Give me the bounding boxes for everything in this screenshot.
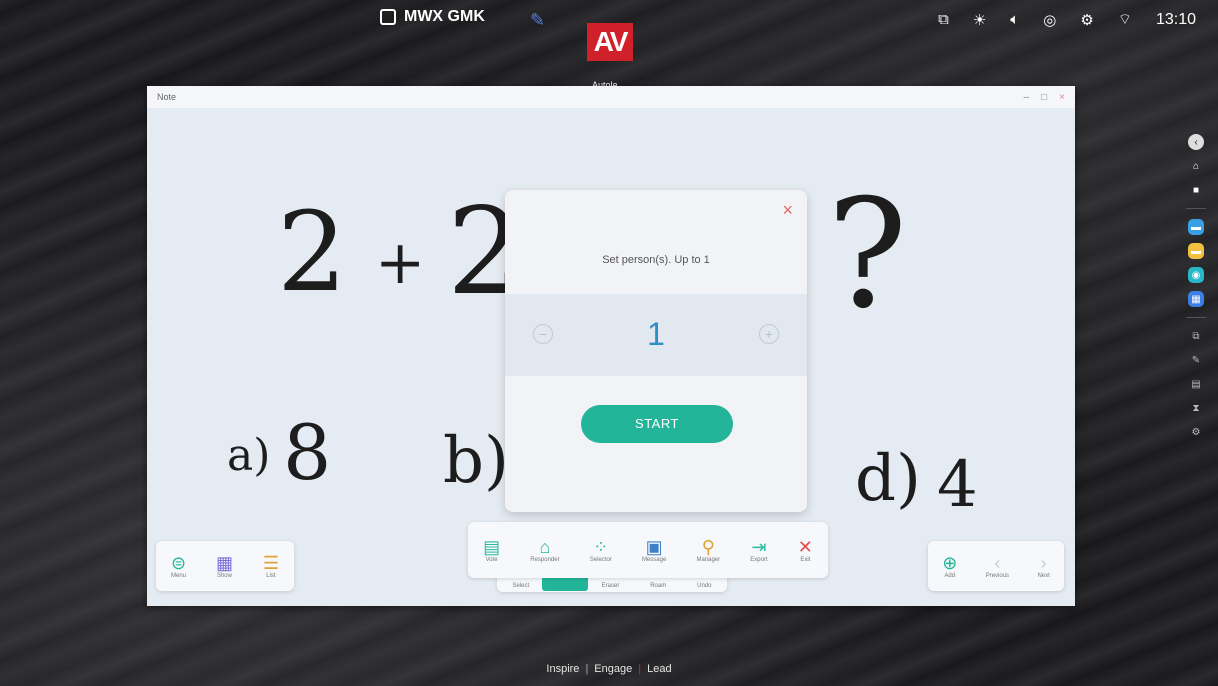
exit-icon: ✕ [797,537,813,557]
clock: 13:10 [1155,10,1196,28]
previous-icon: ‹ [994,553,1001,573]
start-button[interactable]: START [581,405,733,443]
drawing-tool-roam[interactable]: Roam [650,583,666,589]
notes-app-icon[interactable]: ▬ [1188,243,1204,259]
dialog-prompt: Set person(s). Up to 1 [602,254,710,266]
manager-icon: ⚲ [701,537,715,557]
person-count-stepper: − 1 + [505,294,807,376]
device-name-label: MWX GMK [404,8,485,25]
menu-icon: ⊜ [170,553,187,573]
dialog-close-button[interactable]: × [782,200,793,221]
logo: AV [587,23,633,61]
list-button[interactable]: ☰ List [263,541,279,591]
tool-label: Message [641,557,667,563]
handwriting-b: b) [443,424,509,498]
tool-label: Vote [485,557,498,563]
list-icon: ☰ [262,553,280,573]
drawing-tool-undo[interactable]: Undo [697,583,711,589]
previous-button[interactable]: ‹ Previous [986,541,1009,591]
tool-label: List [266,573,276,579]
sidebar-divider [1186,317,1206,318]
add-button[interactable]: ⊕ Add [942,541,957,591]
footer-engage: Engage [594,663,633,675]
tool-label: Exit [800,557,811,563]
volume-icon[interactable]: 🔈︎ [1010,11,1019,28]
sidebar-divider [1186,208,1206,209]
tool-label: Export [750,557,768,563]
back-icon[interactable]: ‹ [1188,134,1204,150]
home-icon[interactable]: ⌂ [1188,158,1204,174]
selector-icon: ⁘ [593,537,609,557]
window-title-bar[interactable]: Note – □ × [147,86,1075,108]
floating-sidebar: ‹ ⌂ ■ ▬ ▬ ◉ ▦ ⧉ ✎ ▤ ⧗ ⚙ [1181,130,1211,444]
handwriting-4: 4 [937,448,978,522]
wifi-icon[interactable]: ⌔ [1118,10,1132,29]
browser-app-icon[interactable]: ◉ [1188,267,1204,283]
handwriting-a: a) [227,430,271,481]
show-button[interactable]: ▦ Show [216,541,233,591]
chat-app-icon[interactable]: ▬ [1188,219,1204,235]
tool-label: Selector [589,557,612,563]
drawing-tool-eraser[interactable]: Eraser [602,583,620,589]
maximize-button[interactable]: □ [1041,92,1047,103]
network-icon[interactable]: ⚙ [1080,11,1093,29]
tool-label: Next [1037,573,1050,579]
add-icon: ⊕ [942,553,958,573]
vote-icon: ▤ [483,537,501,557]
exit-button[interactable]: ✕ Exit [798,522,813,578]
selector-button[interactable]: ⁘ Selector [590,522,612,578]
increment-button[interactable]: + [759,324,779,344]
left-toolbar: ⊜ Menu ▦ Show ☰ List [156,541,294,591]
tool-label: Show [216,573,232,579]
message-icon: ▣ [645,537,663,557]
screenshot-icon[interactable]: ⧉ [1188,328,1204,344]
selector-dialog: × Set person(s). Up to 1 − 1 + START [505,190,807,512]
handwriting-plus: + [375,228,426,298]
annotate-icon[interactable]: ✎ [1188,352,1204,368]
close-window-button[interactable]: × [1059,92,1065,103]
tool-label: Manager [696,557,721,563]
grid-icon: ▦ [215,553,233,573]
window-title: Note [157,92,177,102]
vote-button[interactable]: ▤ Vote [483,522,500,578]
timer-icon[interactable]: ⧗ [1188,400,1204,416]
page-toolbar: ⊕ Add ‹ Previous › Next [928,541,1064,591]
handwriting-8: 8 [283,408,332,497]
tool-label: Previous [985,573,1010,579]
footer-inspire: Inspire [546,663,580,675]
eye-protection-icon[interactable]: ◎ [1043,11,1056,29]
next-button[interactable]: › Next [1037,541,1049,591]
minimize-button[interactable]: – [1024,92,1030,103]
handwriting-2: 2 [277,188,347,316]
tool-label: Add [944,573,956,579]
calendar-app-icon[interactable]: ▦ [1188,291,1204,307]
menu-button[interactable]: ⊜ Menu [171,541,186,591]
status-bar: ⧉ ☀ 🔈︎ ◎ ⚙ ⌔ 13:10 [938,10,1196,29]
tool-label: Responder [530,557,560,563]
tool-label: Menu [170,573,186,579]
device-name: MWX GMK [380,8,485,26]
recent-apps-icon[interactable]: ■ [1188,182,1204,198]
brightness-icon[interactable]: ☀ [973,11,986,29]
screens-icon[interactable]: ⧉ [938,11,949,28]
export-button[interactable]: ⇥ Export [750,522,767,578]
responder-icon: ⌂ [539,537,551,557]
drawing-tool-select[interactable]: Select [512,583,529,589]
export-icon: ⇥ [751,537,767,557]
next-icon: › [1040,553,1047,573]
footer-slogan: Inspire | Engage | Lead [546,663,672,675]
classroom-toolbar: ▤ Vote ⌂ Responder ⁘ Selector ▣ Message ⚲ Manager… [468,522,828,578]
handwriting-d: d) [855,442,921,516]
footer-lead: Lead [647,663,672,675]
responder-button[interactable]: ⌂ Responder [530,522,559,578]
message-button[interactable]: ▣ Message [642,522,666,578]
window-icon[interactable]: ▤ [1188,376,1204,392]
handwriting-question: ? [827,168,908,342]
pen-icon[interactable]: ✎ [530,10,545,31]
settings-icon[interactable]: ⚙ [1188,424,1204,440]
manager-button[interactable]: ⚲ Manager [696,522,720,578]
screen-share-icon[interactable] [380,9,396,25]
